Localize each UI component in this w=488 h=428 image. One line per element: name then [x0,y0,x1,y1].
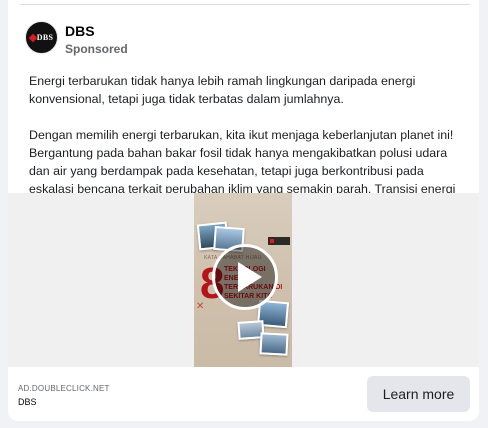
avatar[interactable]: DBS [25,21,58,54]
dbs-logo-mark [28,33,38,42]
link-title: DBS [18,397,37,407]
sponsored-label[interactable]: Sponsored [65,42,128,56]
play-button[interactable] [212,244,278,310]
video-media[interactable]: Kata Sahabat Hijau 8 Teknologi Energi Te… [8,193,479,367]
thumbnail-photo [259,332,289,356]
avatar-logo-text: DBS [36,33,54,42]
decorative-cross-icon: ✕ [196,301,205,312]
post-header: DBS DBS Sponsored [25,21,465,61]
ad-card: DBS DBS Sponsored Energi terbarukan tida… [8,0,479,421]
divider [20,4,470,5]
play-icon [238,262,262,292]
dbs-logo [268,237,290,245]
learn-more-button[interactable]: Learn more [367,376,470,412]
ad-footer[interactable]: AD.DOUBLECLICK.NET DBS Learn more [8,367,479,421]
link-domain: AD.DOUBLECLICK.NET [18,384,110,393]
page-name[interactable]: DBS [65,23,95,39]
